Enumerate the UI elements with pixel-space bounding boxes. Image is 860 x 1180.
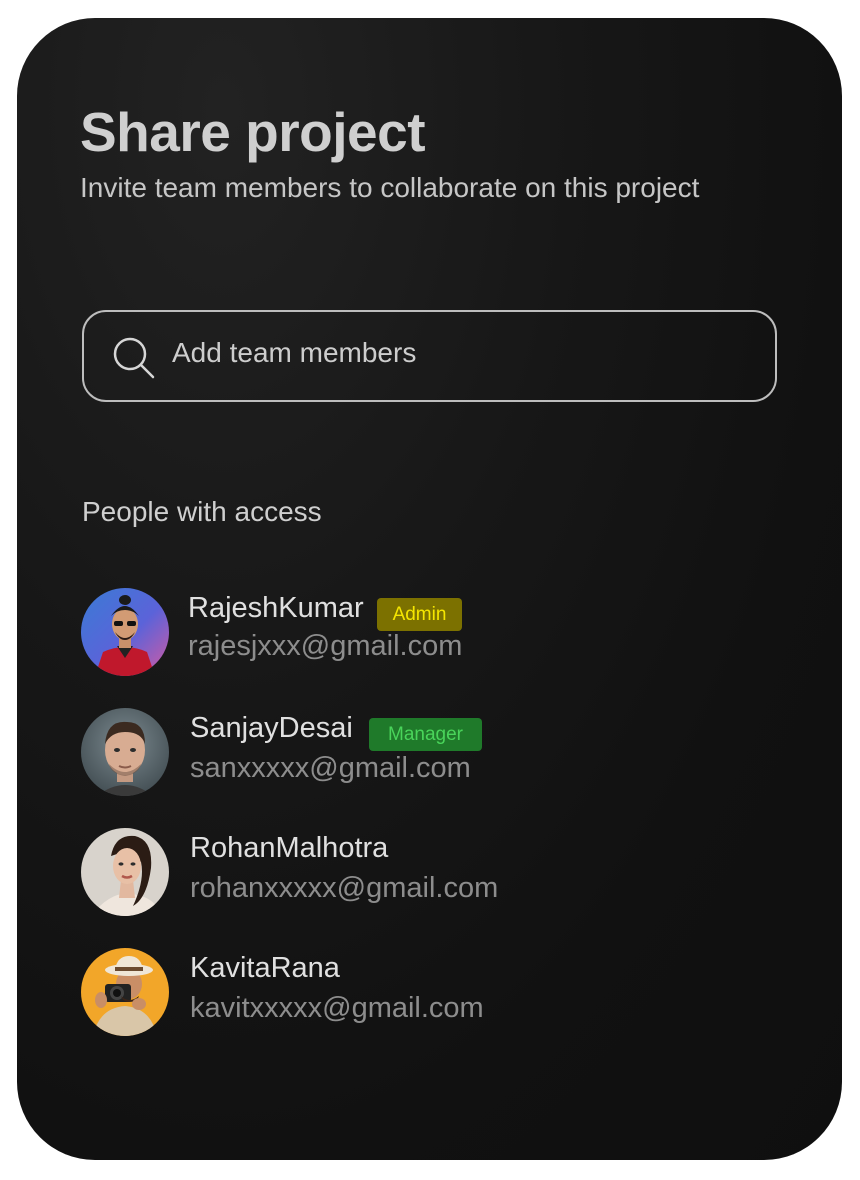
avatar	[81, 708, 169, 796]
person-row-kavita[interactable]: KavitaRana kavitxxxxx@gmail.com	[81, 948, 781, 1038]
person-name: KavitaRana	[190, 952, 340, 984]
dialog-title: Share project	[80, 101, 426, 163]
role-badge-admin: Admin	[377, 598, 462, 631]
person-email: rajesjxxx@gmail.com	[188, 630, 463, 662]
dialog-subtitle: Invite team members to collaborate on th…	[80, 172, 700, 203]
person-row-sanjay[interactable]: SanjayDesai Manager sanxxxxx@gmail.com	[81, 708, 781, 798]
person-row-rajesh[interactable]: RajeshKumar Admin rajesjxxx@gmail.com	[81, 588, 781, 678]
person-name: SanjayDesai	[190, 712, 353, 744]
role-badge-manager: Manager	[369, 718, 482, 751]
people-with-access-label: People with access	[82, 496, 322, 527]
person-row-rohan[interactable]: RohanMalhotra rohanxxxxx@gmail.com	[81, 828, 781, 918]
avatar	[81, 948, 169, 1036]
search-icon	[113, 337, 155, 379]
add-team-members-input[interactable]: Add team members	[82, 310, 777, 402]
person-email: rohanxxxxx@gmail.com	[190, 872, 499, 904]
avatar	[81, 588, 169, 676]
search-placeholder: Add team members	[172, 337, 417, 368]
person-email: sanxxxxx@gmail.com	[190, 752, 471, 784]
person-email: kavitxxxxx@gmail.com	[190, 992, 484, 1024]
person-name: RohanMalhotra	[190, 832, 389, 864]
person-name: RajeshKumar	[188, 592, 364, 624]
avatar	[81, 828, 169, 916]
share-project-dialog: Share project Invite team members to col…	[17, 18, 842, 1160]
